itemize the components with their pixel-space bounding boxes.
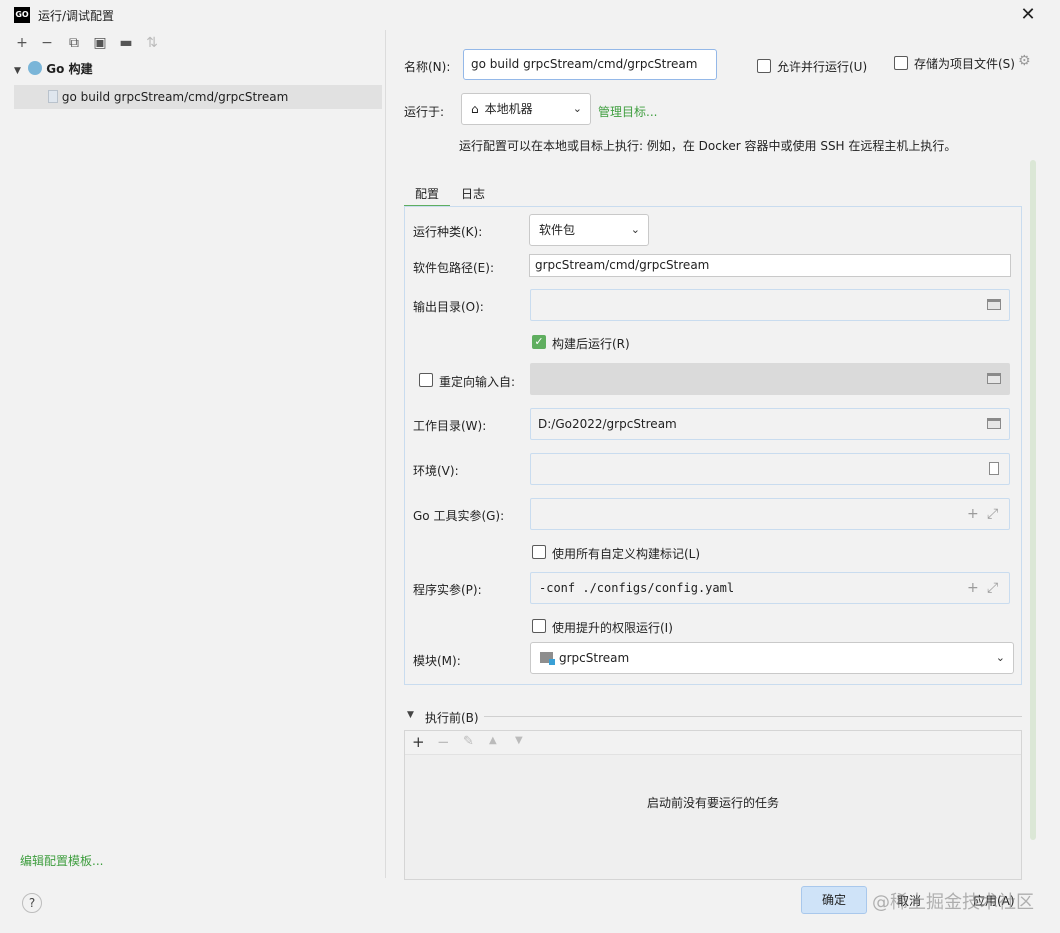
run-kind-label: 运行种类(K): xyxy=(413,225,483,239)
collapse-arrow-icon[interactable]: ▼ xyxy=(407,710,414,720)
name-label: 名称(N): xyxy=(404,60,451,74)
tree-group-label: Go 构建 xyxy=(46,62,93,76)
before-launch-toolbar xyxy=(405,731,1021,755)
tree-item-go-build[interactable]: go build grpcStream/cmd/grpcStream xyxy=(14,85,382,109)
copy-icon[interactable]: ⧉ xyxy=(66,35,82,51)
name-input[interactable]: go build grpcStream/cmd/grpcStream xyxy=(463,49,717,80)
up-icon[interactable]: ▲ xyxy=(489,735,497,746)
before-launch-label[interactable]: 执行前(B) xyxy=(425,709,479,726)
add-icon[interactable]: + xyxy=(14,35,30,51)
folder-icon[interactable] xyxy=(987,299,1001,310)
tab-config-label: 配置 xyxy=(414,187,439,201)
program-args-label: 程序实参(P): xyxy=(413,583,482,597)
home-icon: ⌂ xyxy=(471,102,479,116)
document-icon[interactable] xyxy=(989,462,999,475)
run-on-hint: 运行配置可以在本地或目标上执行: 例如，在 Docker 容器中或使用 SSH … xyxy=(459,139,957,153)
chevron-down-icon: ⌄ xyxy=(630,223,640,236)
module-icon xyxy=(540,652,555,665)
gear-icon[interactable]: ⚙ xyxy=(1018,53,1031,69)
chevron-down-icon: ⌄ xyxy=(995,651,1005,664)
tab-log-label: 日志 xyxy=(461,187,486,201)
elevated-label: 使用提升的权限运行(I) xyxy=(552,621,673,635)
package-path-input[interactable]: grpcStream/cmd/grpcStream xyxy=(529,254,1011,277)
run-kind-select[interactable]: 软件包 ⌄ xyxy=(529,214,649,246)
sort-icon[interactable]: ⇅ xyxy=(144,35,160,51)
folder-icon xyxy=(987,373,1001,384)
title-bar xyxy=(0,0,1060,30)
save-icon[interactable]: ▣ xyxy=(92,35,108,51)
remove-icon[interactable]: − xyxy=(437,733,450,751)
chevron-down-icon: ⌄ xyxy=(572,102,582,115)
run-on-select[interactable]: ⌂ 本地机器 ⌄ xyxy=(461,93,591,125)
add-icon[interactable]: + xyxy=(967,581,979,595)
go-tool-args-label: Go 工具实参(G): xyxy=(413,509,505,523)
package-path-label: 软件包路径(E): xyxy=(413,261,494,275)
store-as-file-checkbox[interactable] xyxy=(894,56,908,70)
redirect-input-field xyxy=(530,363,1010,395)
work-dir-label: 工作目录(W): xyxy=(413,419,487,433)
store-as-file-label: 存储为项目文件(S) xyxy=(914,57,1015,71)
env-field[interactable] xyxy=(530,453,1010,485)
module-select[interactable]: grpcStream ⌄ xyxy=(530,642,1014,674)
program-args-value: -conf ./configs/config.yaml xyxy=(539,581,735,595)
add-icon[interactable]: + xyxy=(967,507,979,521)
divider xyxy=(484,716,1022,717)
program-args-field[interactable]: -conf ./configs/config.yaml xyxy=(530,572,1010,604)
config-panel xyxy=(404,207,1022,685)
expand-icon[interactable]: ⤢ xyxy=(987,507,998,521)
folder-icon[interactable] xyxy=(987,418,1001,429)
go-build-icon xyxy=(28,61,43,75)
ok-button[interactable]: 确定 xyxy=(801,886,867,914)
run-on-value: 本地机器 xyxy=(484,102,533,116)
run-after-build-checkbox[interactable]: ✓ xyxy=(532,335,546,349)
run-after-build-label: 构建后运行(R) xyxy=(552,337,630,351)
close-icon[interactable]: ✕ xyxy=(1016,3,1040,27)
down-icon[interactable]: ▼ xyxy=(515,735,523,746)
module-value: grpcStream xyxy=(559,651,630,665)
use-all-tags-checkbox[interactable] xyxy=(532,545,546,559)
tab-config[interactable]: 配置 xyxy=(404,185,450,207)
env-label: 环境(V): xyxy=(413,464,459,478)
before-launch-empty: 启动前没有要运行的任务 xyxy=(647,796,780,810)
module-label: 模块(M): xyxy=(413,654,461,668)
run-on-label: 运行于: xyxy=(404,105,445,119)
use-all-tags-label: 使用所有自定义构建标记(L) xyxy=(552,547,701,561)
expand-icon[interactable]: ⤢ xyxy=(987,581,998,595)
allow-parallel-checkbox[interactable] xyxy=(757,59,771,73)
new-folder-icon[interactable]: ▬ xyxy=(118,35,134,51)
file-icon xyxy=(48,90,58,103)
edit-icon[interactable]: ✎ xyxy=(463,734,474,749)
output-dir-field[interactable] xyxy=(530,289,1010,321)
manage-targets-link[interactable]: 管理目标... xyxy=(598,103,657,120)
work-dir-field[interactable]: D:/Go2022/grpcStream xyxy=(530,408,1010,440)
redirect-input-label: 重定向输入自: xyxy=(439,375,516,389)
go-tool-args-field[interactable] xyxy=(530,498,1010,530)
output-dir-label: 输出目录(O): xyxy=(413,300,484,314)
tree-group-go-build[interactable]: ▼ Go 构建 xyxy=(14,60,93,78)
goland-logo-icon: GO xyxy=(14,7,30,23)
tree-item-label: go build grpcStream/cmd/grpcStream xyxy=(61,90,289,104)
scrollbar[interactable] xyxy=(1030,160,1036,840)
allow-parallel-label: 允许并行运行(U) xyxy=(777,60,868,74)
window-title: 运行/调试配置 xyxy=(38,9,115,23)
tab-log[interactable]: 日志 xyxy=(461,185,485,202)
help-button[interactable]: ? xyxy=(22,893,42,913)
elevated-checkbox[interactable] xyxy=(532,619,546,633)
config-tree-panel xyxy=(0,30,386,878)
redirect-input-checkbox[interactable] xyxy=(419,373,433,387)
run-kind-value: 软件包 xyxy=(539,223,576,237)
add-icon[interactable]: + xyxy=(412,733,425,751)
chevron-down-icon[interactable]: ▼ xyxy=(14,66,21,76)
watermark: @稀土掘金技术社区 xyxy=(872,892,1034,913)
work-dir-value: D:/Go2022/grpcStream xyxy=(538,417,677,431)
edit-templates-link[interactable]: 编辑配置模板... xyxy=(20,852,103,869)
remove-icon[interactable]: − xyxy=(39,35,55,51)
